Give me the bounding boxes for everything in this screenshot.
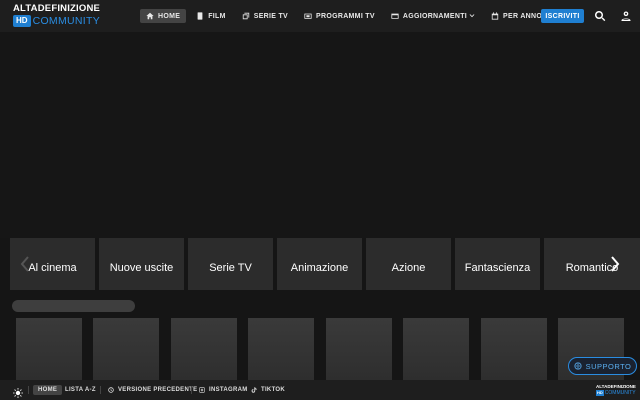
nav-aggiornamenti-label: AGGIORNAMENTI (402, 12, 468, 20)
globe-icon (573, 362, 582, 370)
top-header: ALTADEFINIZIONE HD COMMUNITY HOME FILM S… (0, 0, 640, 32)
footer-logo-community: COMMUNITY (604, 390, 636, 396)
movie-card-placeholder[interactable] (326, 318, 392, 380)
category-label: Fantascienza (464, 262, 531, 274)
footer-logo-hd-badge: HD (596, 390, 604, 396)
category-label: Animazione (290, 262, 349, 274)
logo-hd-badge: HD (13, 15, 31, 27)
page: ALTADEFINIZIONE HD COMMUNITY HOME FILM S… (0, 0, 640, 400)
category-card[interactable]: Nuove uscite (99, 238, 184, 290)
footer-lista-link[interactable]: LISTA A-Z (65, 385, 96, 395)
footer-divider (191, 386, 192, 394)
footer-instagram-label: INSTAGRAM (209, 387, 248, 393)
category-label: Serie TV (209, 262, 252, 274)
movie-card-placeholder[interactable] (481, 318, 547, 380)
theme-toggle-sun-icon[interactable] (13, 385, 23, 398)
carousel-next-arrow[interactable] (608, 254, 622, 274)
nav-film[interactable]: FILM (190, 9, 232, 23)
instagram-icon (199, 387, 205, 393)
chevron-left-icon (20, 256, 29, 272)
footer-home-link[interactable]: HOME (33, 385, 63, 395)
updates-icon (391, 13, 399, 19)
logo-title: ALTADEFINIZIONE (13, 3, 101, 14)
category-card[interactable]: Azione (366, 238, 451, 290)
supporto-label: SUPPORTO (585, 361, 632, 371)
footer-logo-subtitle: HD COMMUNITY (596, 390, 636, 396)
nav-film-label: FILM (208, 12, 226, 20)
chevron-down-icon (469, 14, 475, 18)
category-card[interactable]: Animazione (277, 238, 362, 290)
category-label: Nuove uscite (109, 262, 174, 274)
home-icon (146, 12, 154, 20)
history-icon (108, 387, 114, 393)
footer-versione-label: VERSIONE PRECEDENTE (118, 387, 198, 393)
footer-versione-link[interactable]: VERSIONE PRECEDENTE (108, 385, 197, 395)
nav-home-label: HOME (158, 12, 181, 20)
hero-banner (0, 32, 640, 238)
footer-divider (100, 386, 101, 394)
nav-serie-tv[interactable]: SERIE TV (236, 9, 294, 23)
movie-card-placeholder[interactable] (403, 318, 469, 380)
nav-programmi-tv-label: PROGRAMMI TV (316, 12, 375, 20)
category-label: Al cinema (28, 262, 77, 274)
chevron-right-icon (611, 256, 620, 272)
category-card[interactable]: Romantico (544, 238, 640, 290)
footer-tiktok-label: TIKTOK (261, 387, 286, 393)
movie-card-placeholder[interactable] (93, 318, 159, 380)
nav-per-anno-label: PER ANNO (503, 12, 543, 20)
footer-tiktok-link[interactable]: TIKTOK (251, 385, 285, 395)
carousel-prev-arrow[interactable] (18, 254, 32, 274)
movie-card-placeholder[interactable] (171, 318, 237, 380)
category-card[interactable]: Serie TV (188, 238, 273, 290)
main-nav: HOME FILM SERIE TV PROGRAMMI TV AGGIORNA… (140, 8, 560, 24)
site-logo[interactable]: ALTADEFINIZIONE HD COMMUNITY (13, 3, 103, 29)
film-icon (197, 12, 203, 20)
footer-instagram-link[interactable]: INSTAGRAM (199, 385, 248, 395)
section-title-placeholder (12, 300, 135, 312)
category-card[interactable]: Fantascienza (455, 238, 540, 290)
bottom-bar: HOME LISTA A-Z VERSIONE PRECEDENTE INSTA… (0, 380, 640, 400)
calendar-icon (491, 12, 499, 20)
nav-serie-tv-label: SERIE TV (253, 12, 289, 20)
nav-programmi-tv[interactable]: PROGRAMMI TV (298, 9, 381, 23)
footer-logo[interactable]: ALTADEFINIZIONE HD COMMUNITY (596, 384, 636, 397)
movie-card-placeholder[interactable] (16, 318, 82, 380)
category-carousel: Al cinema Nuove uscite Serie TV Animazio… (10, 238, 640, 290)
nav-aggiornamenti[interactable]: AGGIORNAMENTI (385, 9, 481, 23)
tv-stack-icon (242, 12, 249, 20)
category-label: Azione (391, 262, 426, 274)
iscriviti-button[interactable]: ISCRIVITI (541, 9, 584, 23)
logo-subtitle: HD COMMUNITY (13, 15, 103, 27)
movie-card-placeholder[interactable] (248, 318, 314, 380)
supporto-button[interactable]: SUPPORTO (568, 357, 637, 375)
user-icon[interactable] (619, 9, 633, 23)
logo-community: COMMUNITY (32, 15, 101, 27)
tiktok-icon (251, 387, 257, 393)
tv-icon (304, 13, 312, 19)
search-icon[interactable] (593, 9, 607, 23)
nav-home[interactable]: HOME (140, 9, 187, 23)
footer-divider (28, 386, 29, 394)
